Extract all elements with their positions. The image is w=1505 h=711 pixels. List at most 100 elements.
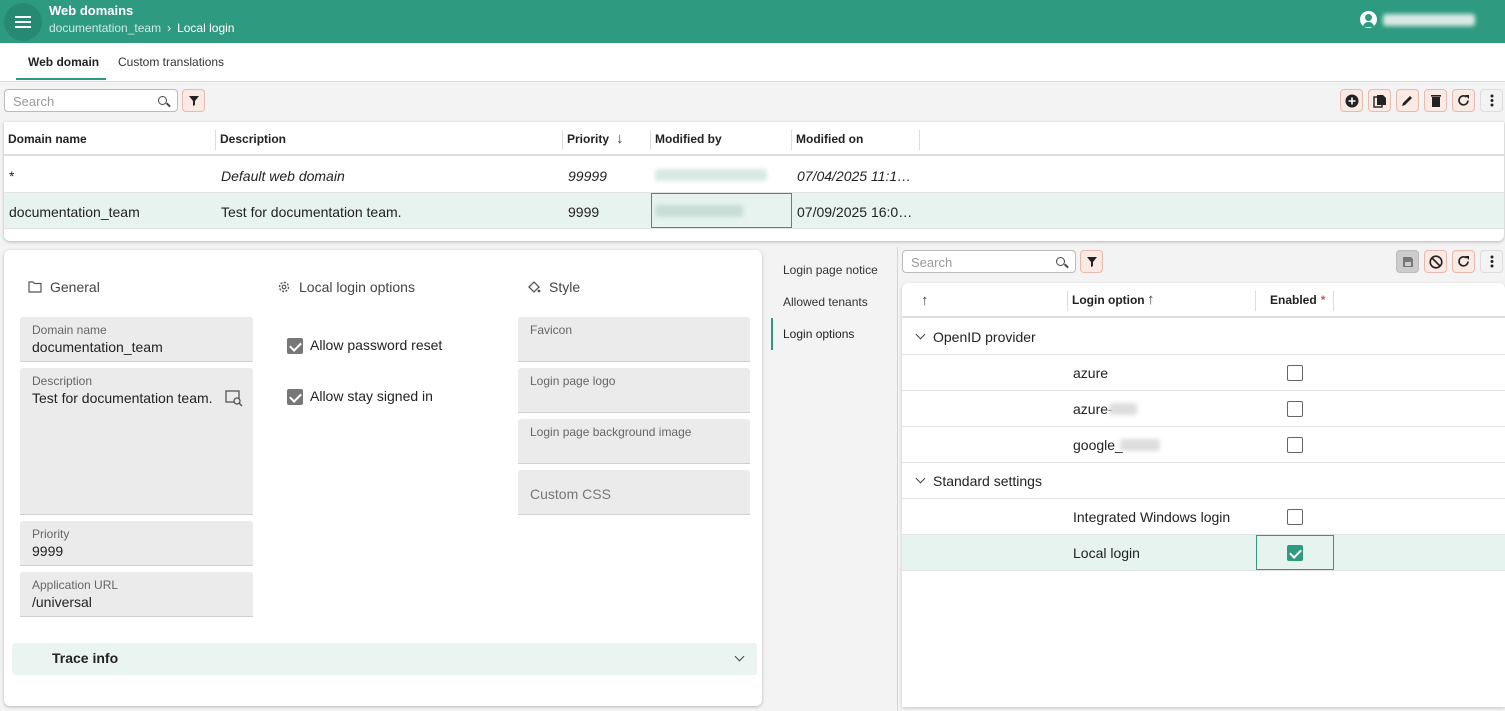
copy-button[interactable] (1368, 89, 1391, 112)
more-vert-icon (1490, 94, 1493, 107)
column-header-priority[interactable]: Priority (567, 132, 609, 146)
login-background-image-field[interactable]: Login page background image (518, 419, 750, 464)
user-menu[interactable] (1360, 11, 1475, 28)
tab-custom-translations[interactable]: Custom translations (118, 55, 224, 69)
hamburger-menu-button[interactable] (4, 3, 42, 41)
refresh-button[interactable] (1452, 250, 1475, 273)
group-row-standard-settings[interactable]: Standard settings (902, 463, 1505, 499)
add-button[interactable] (1340, 89, 1363, 112)
list-item[interactable]: azure- (902, 391, 1505, 427)
table-row-selected[interactable]: documentation_team Test for documentatio… (4, 193, 1504, 229)
column-divider[interactable] (791, 130, 792, 150)
refresh-icon (1458, 95, 1469, 106)
sort-ascending-icon[interactable]: ↑ (1147, 291, 1155, 308)
group-label: OpenID provider (933, 329, 1036, 345)
panel-divider (897, 247, 898, 711)
chevron-down-icon[interactable] (915, 329, 926, 340)
column-header-modified-on[interactable]: Modified on (796, 132, 863, 146)
login-option-name: azure- (1073, 401, 1113, 417)
allow-password-reset-checkbox[interactable] (287, 338, 303, 354)
list-item[interactable]: google_ (902, 427, 1505, 463)
sort-descending-icon[interactable]: ↓ (616, 130, 624, 147)
allow-stay-signed-in-label: Allow stay signed in (310, 388, 433, 404)
sort-ascending-icon[interactable]: ↑ (921, 292, 929, 309)
chevron-down-icon[interactable] (915, 473, 926, 484)
allow-stay-signed-in-checkbox[interactable] (287, 389, 303, 405)
search-placeholder: Search (13, 94, 55, 109)
column-divider[interactable] (562, 130, 563, 150)
save-button[interactable] (1396, 250, 1419, 273)
more-options-button[interactable] (1480, 250, 1503, 273)
chevron-down-icon (734, 651, 745, 662)
column-divider[interactable] (650, 130, 651, 150)
expand-editor-icon[interactable] (225, 389, 243, 407)
app-header: Web domains documentation_team › Local l… (0, 0, 1505, 43)
field-label: Domain name (32, 323, 107, 337)
section-title: Local login options (299, 279, 415, 295)
active-tab-indicator (16, 78, 106, 80)
column-header-enabled[interactable]: Enabled * (1270, 293, 1325, 307)
copy-icon (1372, 94, 1386, 108)
filter-button[interactable] (182, 89, 205, 112)
section-title: General (50, 279, 100, 295)
enabled-checkbox[interactable] (1287, 365, 1303, 381)
breadcrumb-item[interactable]: documentation_team (49, 21, 161, 35)
column-divider[interactable] (919, 130, 920, 150)
nav-login-options[interactable]: Login options (783, 327, 854, 341)
favicon-field[interactable]: Favicon (518, 317, 750, 362)
filter-button[interactable] (1080, 250, 1103, 273)
enabled-checkbox[interactable] (1287, 509, 1303, 525)
cancel-button[interactable] (1424, 250, 1447, 273)
column-divider[interactable] (215, 130, 216, 150)
menu-icon-bar (15, 21, 31, 23)
column-header-domain-name[interactable]: Domain name (8, 132, 87, 146)
cell-priority: 9999 (568, 204, 600, 220)
field-label: Priority (32, 527, 70, 541)
field-label: Favicon (530, 323, 573, 337)
enabled-checkbox[interactable] (1287, 401, 1303, 417)
table-row[interactable]: * Default web domain 99999 07/04/2025 11… (4, 157, 1504, 193)
tab-bar: Web domain Custom translations (0, 43, 1505, 82)
column-divider[interactable] (1333, 291, 1334, 311)
list-item[interactable]: azure (902, 355, 1505, 391)
priority-field[interactable]: Priority 9999 (20, 521, 253, 566)
column-divider[interactable] (1255, 291, 1256, 311)
refresh-icon (1458, 256, 1469, 267)
login-options-search-input[interactable]: Search (902, 250, 1076, 273)
nav-login-page-notice[interactable]: Login page notice (783, 263, 878, 277)
edit-button[interactable] (1396, 89, 1419, 112)
application-url-field[interactable]: Application URL /universal (20, 572, 253, 617)
cell-modified-by-redacted (655, 205, 743, 217)
column-header-description[interactable]: Description (220, 132, 286, 146)
cell-priority: 99999 (568, 168, 607, 184)
trace-info-expander[interactable]: Trace info (12, 643, 757, 675)
domain-detail-form: General Local login options Style Domain… (4, 250, 762, 706)
domain-name-field[interactable]: Domain name documentation_team (20, 317, 253, 362)
refresh-button[interactable] (1452, 89, 1475, 112)
description-field[interactable]: Description Test for documentation team. (20, 368, 253, 515)
login-option-name: Local login (1073, 545, 1140, 561)
cell-modified-by-redacted (655, 169, 767, 181)
group-label: Standard settings (933, 473, 1042, 489)
chevron-right-icon: › (167, 21, 172, 35)
column-header-login-option[interactable]: Login option (1072, 293, 1145, 307)
more-options-button[interactable] (1480, 89, 1503, 112)
list-item[interactable]: Integrated Windows login (902, 499, 1505, 535)
column-header-modified-by[interactable]: Modified by (655, 132, 722, 146)
login-page-logo-field[interactable]: Login page logo (518, 368, 750, 413)
tab-web-domain[interactable]: Web domain (28, 55, 99, 69)
group-row-openid-provider[interactable]: OpenID provider (902, 319, 1505, 355)
menu-icon-bar (15, 26, 31, 28)
save-icon (1402, 256, 1413, 267)
column-divider[interactable] (1067, 291, 1068, 311)
login-option-name: azure (1073, 365, 1109, 381)
nav-allowed-tenants[interactable]: Allowed tenants (783, 295, 868, 309)
enabled-checkbox[interactable] (1287, 437, 1303, 453)
delete-button[interactable] (1424, 89, 1447, 112)
list-item-selected[interactable]: Local login (902, 535, 1505, 571)
section-style: Style (527, 279, 580, 295)
search-input[interactable]: Search (4, 89, 178, 112)
field-label: Application URL (32, 578, 119, 592)
custom-css-field[interactable]: Custom CSS (518, 470, 750, 515)
enabled-checkbox-checked[interactable] (1287, 545, 1303, 561)
